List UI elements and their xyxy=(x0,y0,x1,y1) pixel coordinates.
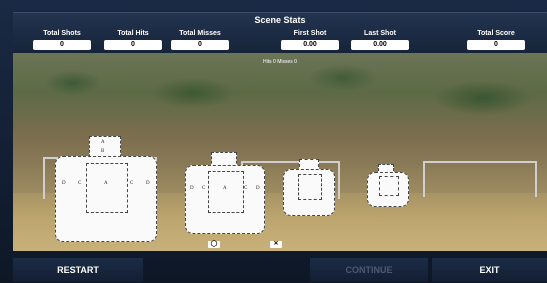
stat-label: Total Misses xyxy=(179,30,221,37)
target-zone-a xyxy=(298,174,322,200)
stat-value: 0 xyxy=(33,40,91,50)
scene-stats-panel: Scene Stats Total Shots 0 Total Hits 0 T… xyxy=(13,12,547,53)
crosshair-icon[interactable]: ✕ xyxy=(270,241,282,248)
eye-off-icon[interactable]: ◯ xyxy=(208,241,220,248)
target-zone-a xyxy=(379,176,399,196)
shooting-range-scene[interactable]: Hits 0 Misses 0 D C A C D A B D C A C D xyxy=(13,53,547,251)
zone-letter: D xyxy=(62,181,66,186)
game-frame: Scene Stats Total Shots 0 Total Hits 0 T… xyxy=(0,0,547,283)
stat-label: Total Shots xyxy=(43,30,81,37)
stat-first-shot: First Shot 0.00 xyxy=(274,30,346,50)
hits-misses-overlay: Hits 0 Misses 0 xyxy=(263,59,297,65)
ipsc-target-large[interactable]: D C A C D xyxy=(55,156,157,242)
zone-letter: D xyxy=(190,186,194,191)
zone-letter: C xyxy=(78,181,82,186)
stat-value: 0 xyxy=(467,40,525,50)
zone-letter: C xyxy=(130,181,134,186)
zone-letter: D xyxy=(146,181,150,186)
stat-value: 0 xyxy=(104,40,162,50)
stat-value: 0.00 xyxy=(351,40,409,50)
restart-button[interactable]: RESTART xyxy=(13,258,143,282)
continue-button[interactable]: CONTINUE xyxy=(310,258,428,282)
zone-letter: A xyxy=(101,140,105,145)
stat-label: Total Hits xyxy=(117,30,149,37)
ipsc-target-small[interactable] xyxy=(283,169,335,216)
stat-total-shots: Total Shots 0 xyxy=(26,30,98,50)
zone-letter: D xyxy=(256,186,260,191)
zone-letter: C xyxy=(202,186,206,191)
stat-total-misses: Total Misses 0 xyxy=(164,30,236,50)
zone-letter: A xyxy=(223,186,227,191)
ipsc-target-medium[interactable]: D C A C D xyxy=(185,165,265,234)
zone-letter: A xyxy=(104,181,108,186)
zone-letter: C xyxy=(244,186,248,191)
stat-last-shot: Last Shot 0.00 xyxy=(344,30,416,50)
target-zone-a xyxy=(86,163,128,213)
stat-total-hits: Total Hits 0 xyxy=(97,30,169,50)
target-stand xyxy=(423,161,537,197)
zone-letter: B xyxy=(101,149,105,154)
exit-button[interactable]: EXIT xyxy=(432,258,547,282)
stat-label: Last Shot xyxy=(364,30,396,37)
stat-label: First Shot xyxy=(293,30,327,37)
target-zone-a xyxy=(208,171,244,213)
ipsc-target-far[interactable] xyxy=(367,172,409,207)
stats-title: Scene Stats xyxy=(254,15,306,25)
stat-value: 0.00 xyxy=(281,40,339,50)
stat-label: Total Score xyxy=(477,30,515,37)
stat-value: 0 xyxy=(171,40,229,50)
stat-total-score: Total Score 0 xyxy=(460,30,532,50)
